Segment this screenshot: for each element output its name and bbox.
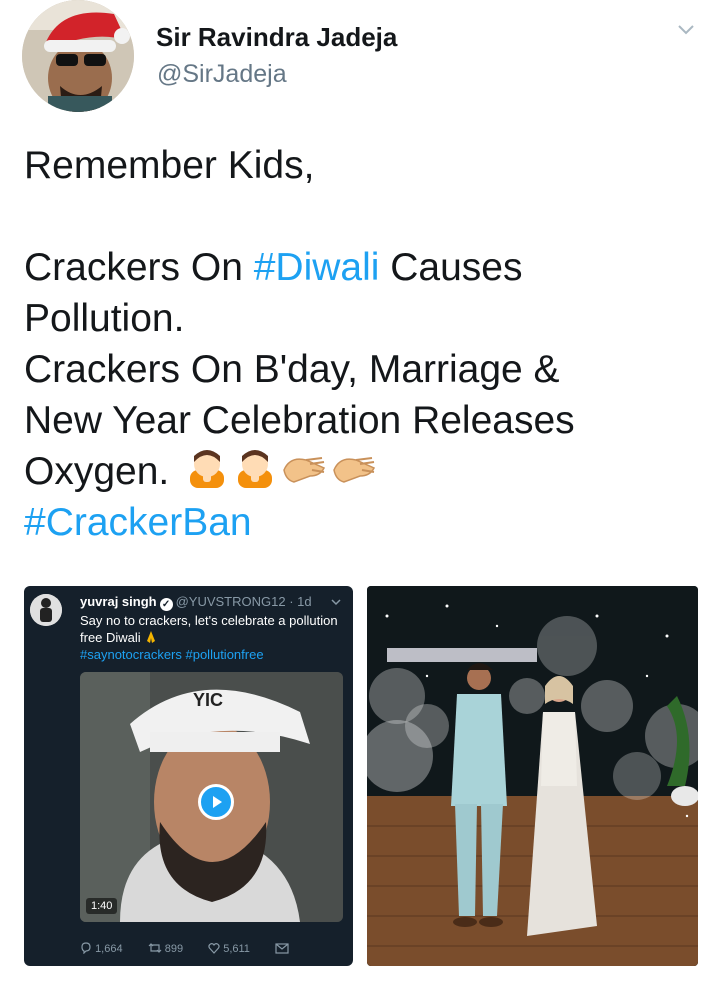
like-count[interactable]: 5,611 xyxy=(208,942,250,955)
hashtag-crackerban[interactable]: #CrackerBan xyxy=(24,497,704,548)
verified-icon: ✓ xyxy=(159,598,173,611)
tweet-line: Crackers On #Diwali Causes xyxy=(24,246,523,289)
retweet-icon xyxy=(148,943,162,953)
tweet-line: Crackers On B'day, Marriage & xyxy=(24,348,560,391)
video-thumbnail[interactable]: YIC 1:40 xyxy=(80,672,343,922)
hashtag-diwali[interactable]: #Diwali xyxy=(254,246,380,289)
tweet-text: Remember Kids, Crackers On #Diwali Cause… xyxy=(24,140,704,548)
author-avatar[interactable] xyxy=(22,0,134,112)
person-bowing-icon xyxy=(238,450,273,488)
heart-icon xyxy=(208,943,220,954)
folded-hands-icon xyxy=(147,631,156,643)
cap-logo: YIC xyxy=(193,690,223,710)
person-bowing-icon xyxy=(190,450,225,488)
embedded-author: yuvraj singh ✓ @YUVSTRONG12 · 1d xyxy=(80,594,312,611)
author-handle[interactable]: @SirJadeja xyxy=(157,60,287,89)
tweet-line: Oxygen. xyxy=(24,446,704,497)
embedded-actions: 1,664 899 5,611 xyxy=(80,942,289,955)
embedded-avatar xyxy=(30,594,62,626)
play-icon[interactable] xyxy=(198,784,234,820)
reply-icon xyxy=(81,942,91,955)
reply-count[interactable]: 1,664 xyxy=(80,942,123,955)
tweet-line: New Year Celebration Releases xyxy=(24,399,575,442)
chevron-down-icon xyxy=(331,599,341,606)
retweet-count[interactable]: 899 xyxy=(148,942,183,955)
chevron-down-icon[interactable] xyxy=(676,20,696,40)
tweet-header: Sir Ravindra Jadeja @SirJadeja xyxy=(0,0,720,120)
media-embedded-tweet[interactable]: yuvraj singh ✓ @YUVSTRONG12 · 1d Say no to… xyxy=(24,586,353,966)
mail-icon[interactable] xyxy=(275,943,289,954)
media-photo[interactable] xyxy=(367,586,698,966)
clapping-hand-icon xyxy=(283,457,326,483)
tweet-line: Remember Kids, xyxy=(24,144,315,187)
clapping-hand-icon xyxy=(333,457,376,483)
author-name[interactable]: Sir Ravindra Jadeja xyxy=(156,22,397,53)
embedded-text: Say no to crackers, let's celebrate a po… xyxy=(80,613,338,662)
video-duration: 1:40 xyxy=(86,898,118,914)
tweet-line: Pollution. xyxy=(24,297,185,340)
